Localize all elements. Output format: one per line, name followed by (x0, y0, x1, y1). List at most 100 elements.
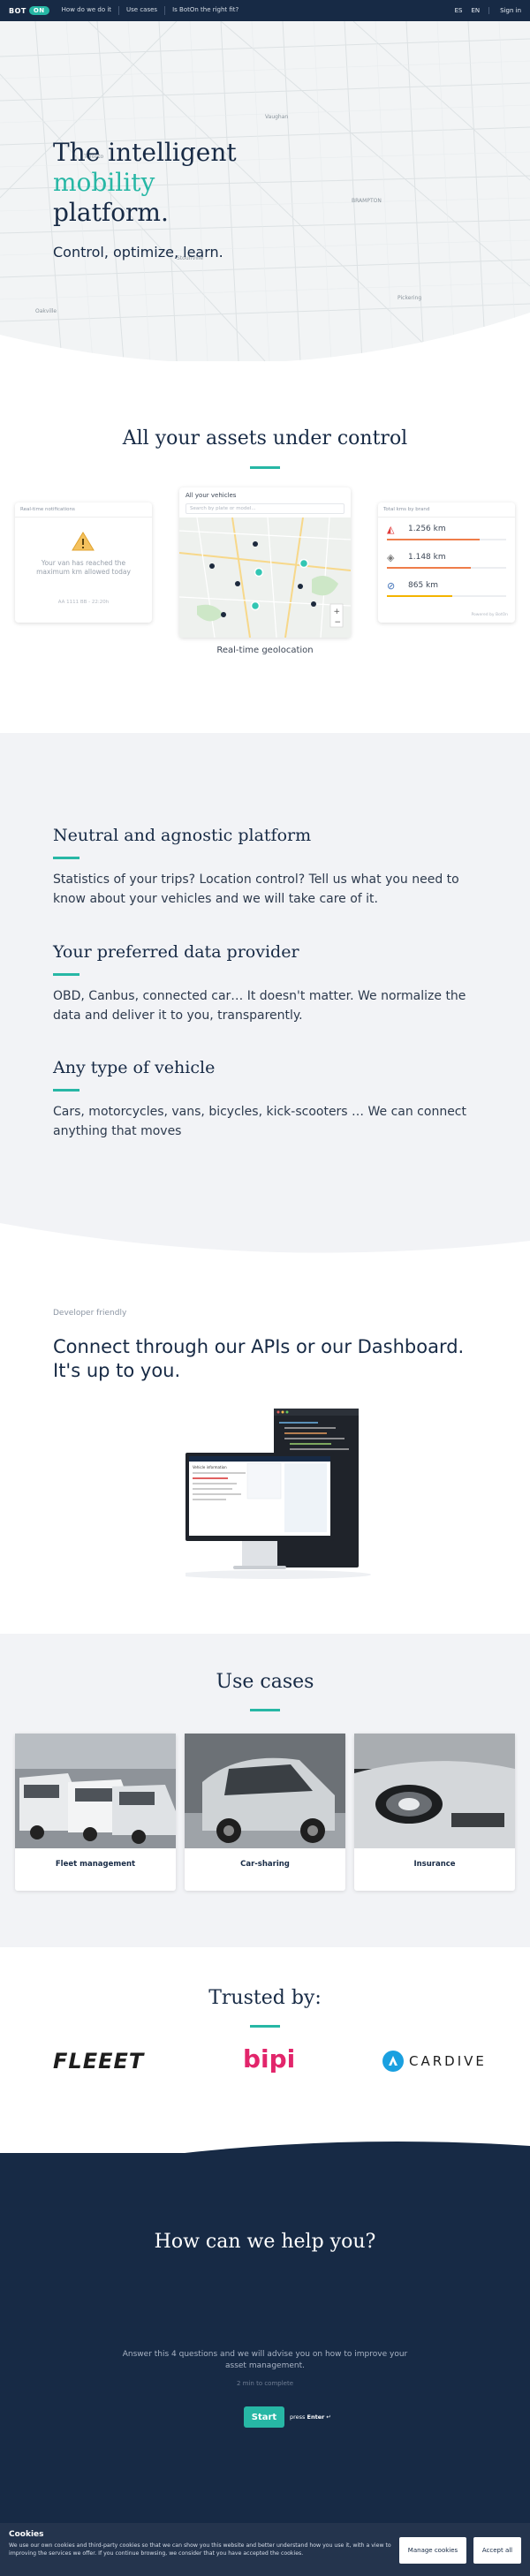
assets-title: All your assets under control (122, 427, 408, 449)
features-section: Neutral and agnostic platform Statistics… (0, 733, 530, 1267)
km-value: 1.256 km (408, 525, 446, 533)
title-underline (250, 2025, 280, 2028)
accept-all-cookies-button[interactable]: Accept all (473, 2537, 521, 2564)
nav-divider (118, 6, 120, 15)
feature-title-vehicle: Any type of vehicle (53, 1058, 216, 1077)
trusted-title: Trusted by: (208, 1987, 322, 2009)
cardive-wordmark: CARDIVE (409, 2053, 487, 2069)
card-header: Real-time notifications (15, 502, 152, 517)
cookie-title: Cookies (9, 2530, 44, 2539)
nav-divider (164, 6, 166, 15)
use-cases-section: Use cases Fleet management Car-sharing I… (0, 1634, 530, 1947)
use-case-card-fleet[interactable]: Fleet management (15, 1734, 176, 1891)
km-bar-fill (387, 567, 471, 569)
feature-underline (53, 1089, 80, 1092)
use-case-label: Insurance (413, 1860, 456, 1869)
enter-icon: ↵ (326, 2414, 331, 2421)
use-case-label: Fleet management (55, 1860, 136, 1869)
bipi-logo: bipi (243, 2044, 296, 2074)
warning-icon (72, 532, 95, 551)
nav-right: ES EN Sign in (455, 7, 521, 14)
card-header: Total kms by brand (378, 502, 515, 517)
nav-links: How do we do it Use cases Is BotOn the r… (62, 6, 238, 15)
km-row: ◈ 1.148 km (387, 552, 506, 575)
brand-mitsubishi-icon: ◭ (387, 524, 395, 535)
manage-cookies-button[interactable]: Manage cookies (399, 2537, 466, 2564)
use-case-card-carsharing[interactable]: Car-sharing (185, 1734, 345, 1891)
logo-pill: ON (28, 6, 49, 15)
section-curve (0, 1223, 530, 1267)
help-section: How can we help you? Answer this 4 quest… (0, 2153, 530, 2576)
km-bar-track (387, 595, 506, 597)
screen-title: Vehicle information (193, 1465, 227, 1469)
hero-subtitle: Control, optimize, learn. (53, 244, 223, 261)
km-bar-track (387, 539, 506, 540)
hero-title: The intelligent mobility platform. (53, 138, 237, 228)
hero-section: BRAMPTON Toronto Stouffville Pickering O… (0, 21, 530, 361)
km-value: 865 km (408, 581, 439, 590)
vehicle-search-input[interactable]: Search by plate or model... (186, 503, 344, 514)
km-row: ◭ 1.256 km (387, 524, 506, 547)
hero-title-highlight: mobility (53, 168, 155, 197)
cookie-text: We use our own cookies and third-party c… (9, 2542, 391, 2557)
feature-underline (53, 973, 80, 976)
vehicles-map-card: All your vehicles Search by plate or mod… (179, 487, 351, 638)
developer-title: Connect through our APIs or our Dashboar… (53, 1336, 465, 1381)
cardive-logo: CARDIVE (382, 2051, 487, 2072)
carsharing-photo (185, 1734, 345, 1848)
feature-title-neutral: Neutral and agnostic platform (53, 826, 312, 845)
card-header: All your vehicles (186, 492, 237, 499)
title-underline (250, 1709, 280, 1711)
lang-en[interactable]: EN (471, 7, 480, 14)
notification-footer: AA 1111 BB - 22:20h (57, 600, 110, 605)
press-prefix: press (290, 2414, 306, 2421)
help-text: Answer this 4 questions and we will advi… (122, 2350, 408, 2370)
developer-eyebrow: Developer friendly (53, 1309, 127, 1318)
hero-title-line3: platform. (53, 198, 169, 227)
km-bar-track (387, 567, 506, 569)
logo-text: BOT (9, 6, 26, 15)
map-label: Oakville (35, 308, 57, 314)
help-title: How can we help you? (154, 2231, 376, 2253)
km-bar-fill (387, 539, 481, 540)
use-case-label: Car-sharing (240, 1860, 290, 1869)
title-underline (250, 466, 280, 469)
boton-logo[interactable]: BOT ON (9, 6, 49, 15)
use-cases-title: Use cases (216, 1671, 314, 1693)
press-enter-hint: press Enter ↵ (290, 2414, 331, 2421)
developer-section: Developer friendly Connect through our A… (0, 1263, 530, 1634)
feature-text-provider: OBD, Canbus, connected car… It doesn't m… (53, 989, 466, 1023)
feature-underline (53, 857, 80, 859)
use-case-card-insurance[interactable]: Insurance (354, 1734, 515, 1891)
hero-title-line1: The intelligent (53, 138, 237, 167)
lang-es[interactable]: ES (455, 7, 463, 14)
assets-section: All your assets under control Real-time … (0, 361, 530, 764)
start-button[interactable]: Start (244, 2406, 284, 2428)
enter-key-label: Enter (307, 2414, 325, 2421)
feature-text-vehicle: Cars, motorcycles, vans, bicycles, kick-… (53, 1105, 466, 1138)
km-by-brand-card: Total kms by brand ◭ 1.256 km ◈ 1.148 km ⊘ 86… (378, 502, 515, 623)
geolocation-caption: Real-time geolocation (216, 646, 314, 655)
zoom-out-icon: − (335, 618, 342, 627)
km-bar-fill (387, 595, 453, 597)
vehicles-map[interactable]: + − (179, 517, 351, 638)
brand-vw-icon: ⊘ (387, 580, 396, 592)
cardive-mark-icon (382, 2051, 404, 2072)
map-label: Pickering (398, 295, 421, 301)
map-label: Vaughan (265, 114, 288, 120)
brand-renault-icon: ◈ (387, 552, 395, 563)
cookie-banner: Cookies We use our own cookies and third… (0, 2523, 530, 2576)
km-row: ⊘ 865 km (387, 580, 506, 603)
nav-link-use-cases[interactable]: Use cases (126, 6, 157, 15)
sign-in-link[interactable]: Sign in (488, 7, 521, 14)
fleet-vans-photo (15, 1734, 176, 1848)
map-label: BRAMPTON (352, 198, 382, 204)
feature-text-neutral: Statistics of your trips? Location contr… (53, 873, 459, 906)
notification-message: Your van has reached the maximum km allo… (36, 559, 131, 576)
nav-link-right-fit[interactable]: Is BotOn the right fit? (172, 6, 238, 15)
insurance-photo (354, 1734, 515, 1848)
km-card-footer: Powered by BotOn (471, 613, 508, 617)
dashboard-illustration: Vehicle information (186, 1409, 371, 1579)
notifications-card: Real-time notifications Your van has rea… (15, 502, 152, 623)
nav-link-how[interactable]: How do we do it (62, 6, 111, 15)
